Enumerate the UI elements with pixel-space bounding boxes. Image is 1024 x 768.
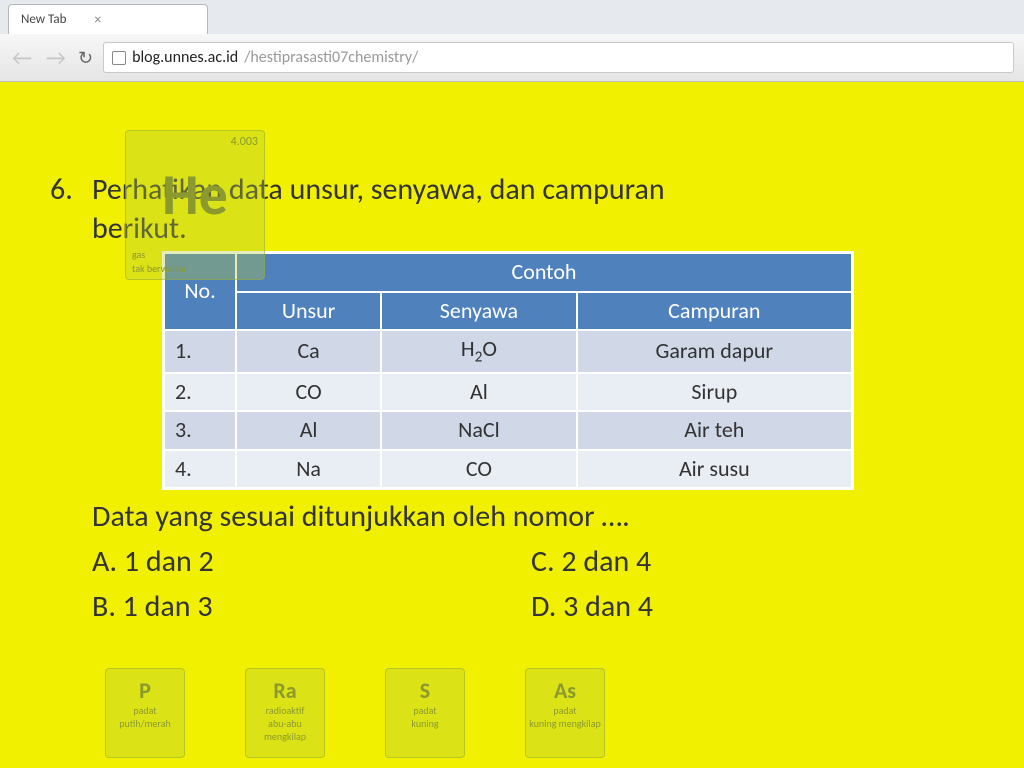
option-b: B. 1 dan 3 — [92, 587, 491, 626]
back-icon[interactable]: ← — [10, 47, 34, 69]
tab-title: New Tab — [21, 12, 66, 27]
data-table: No. Contoh Unsur Senyawa Campuran 1. Ca … — [163, 252, 853, 489]
th-unsur: Unsur — [236, 292, 381, 331]
reload-icon[interactable]: ↻ — [78, 47, 93, 69]
browser-tab[interactable]: New Tab × — [8, 4, 208, 34]
question-prompt: Data yang sesuai ditunjukkan oleh nomor … — [50, 497, 966, 536]
question-number: 6. — [50, 170, 92, 209]
option-a: A. 1 dan 2 — [92, 542, 491, 581]
question-block: 6. Perhatikan data unsur, senyawa, dan c… — [50, 170, 974, 626]
tab-bar: New Tab × — [0, 0, 1024, 34]
question-stem-line2: berikut. — [50, 209, 966, 248]
cell-h2o: H2O — [381, 330, 576, 372]
bg-tile-ra: Ra radioaktif abu-abu mengkilap — [245, 668, 325, 758]
table-row: 1. Ca H2O Garam dapur — [164, 330, 852, 372]
site-icon — [112, 51, 126, 65]
option-d: D. 3 dan 4 — [531, 587, 930, 626]
question-stem-line1: Perhatikan data unsur, senyawa, dan camp… — [92, 170, 966, 209]
slide-content: 4.003 He gas tak berwarna P padat putih/… — [0, 110, 1024, 768]
th-no: No. — [164, 253, 236, 330]
th-campuran: Campuran — [577, 292, 852, 331]
bg-tile-p: P padat putih/merah — [105, 668, 185, 758]
browser-chrome: New Tab × ← → ↻ blog.unnes.ac.id/hestipr… — [0, 0, 1024, 82]
close-icon[interactable]: × — [94, 11, 101, 28]
toolbar: ← → ↻ blog.unnes.ac.id/hestiprasasti07ch… — [0, 34, 1024, 81]
option-c: C. 2 dan 4 — [531, 542, 930, 581]
bg-tile-s: S padat kuning — [385, 668, 465, 758]
url-host: blog.unnes.ac.id — [132, 48, 238, 67]
forward-icon[interactable]: → — [44, 47, 68, 69]
table-row: 2. CO Al Sirup — [164, 373, 852, 412]
table-row: 3. Al NaCl Air teh — [164, 411, 852, 450]
address-bar[interactable]: blog.unnes.ac.id/hestiprasasti07chemistr… — [103, 42, 1014, 73]
url-path: /hestiprasasti07chemistry/ — [244, 48, 418, 67]
table-row: 4. Na CO Air susu — [164, 450, 852, 489]
answer-options: A. 1 dan 2 C. 2 dan 4 B. 1 dan 3 D. 3 da… — [50, 542, 930, 626]
bg-tile-as: As padat kuning mengkilap — [525, 668, 605, 758]
th-contoh: Contoh — [236, 253, 852, 292]
th-senyawa: Senyawa — [381, 292, 576, 331]
